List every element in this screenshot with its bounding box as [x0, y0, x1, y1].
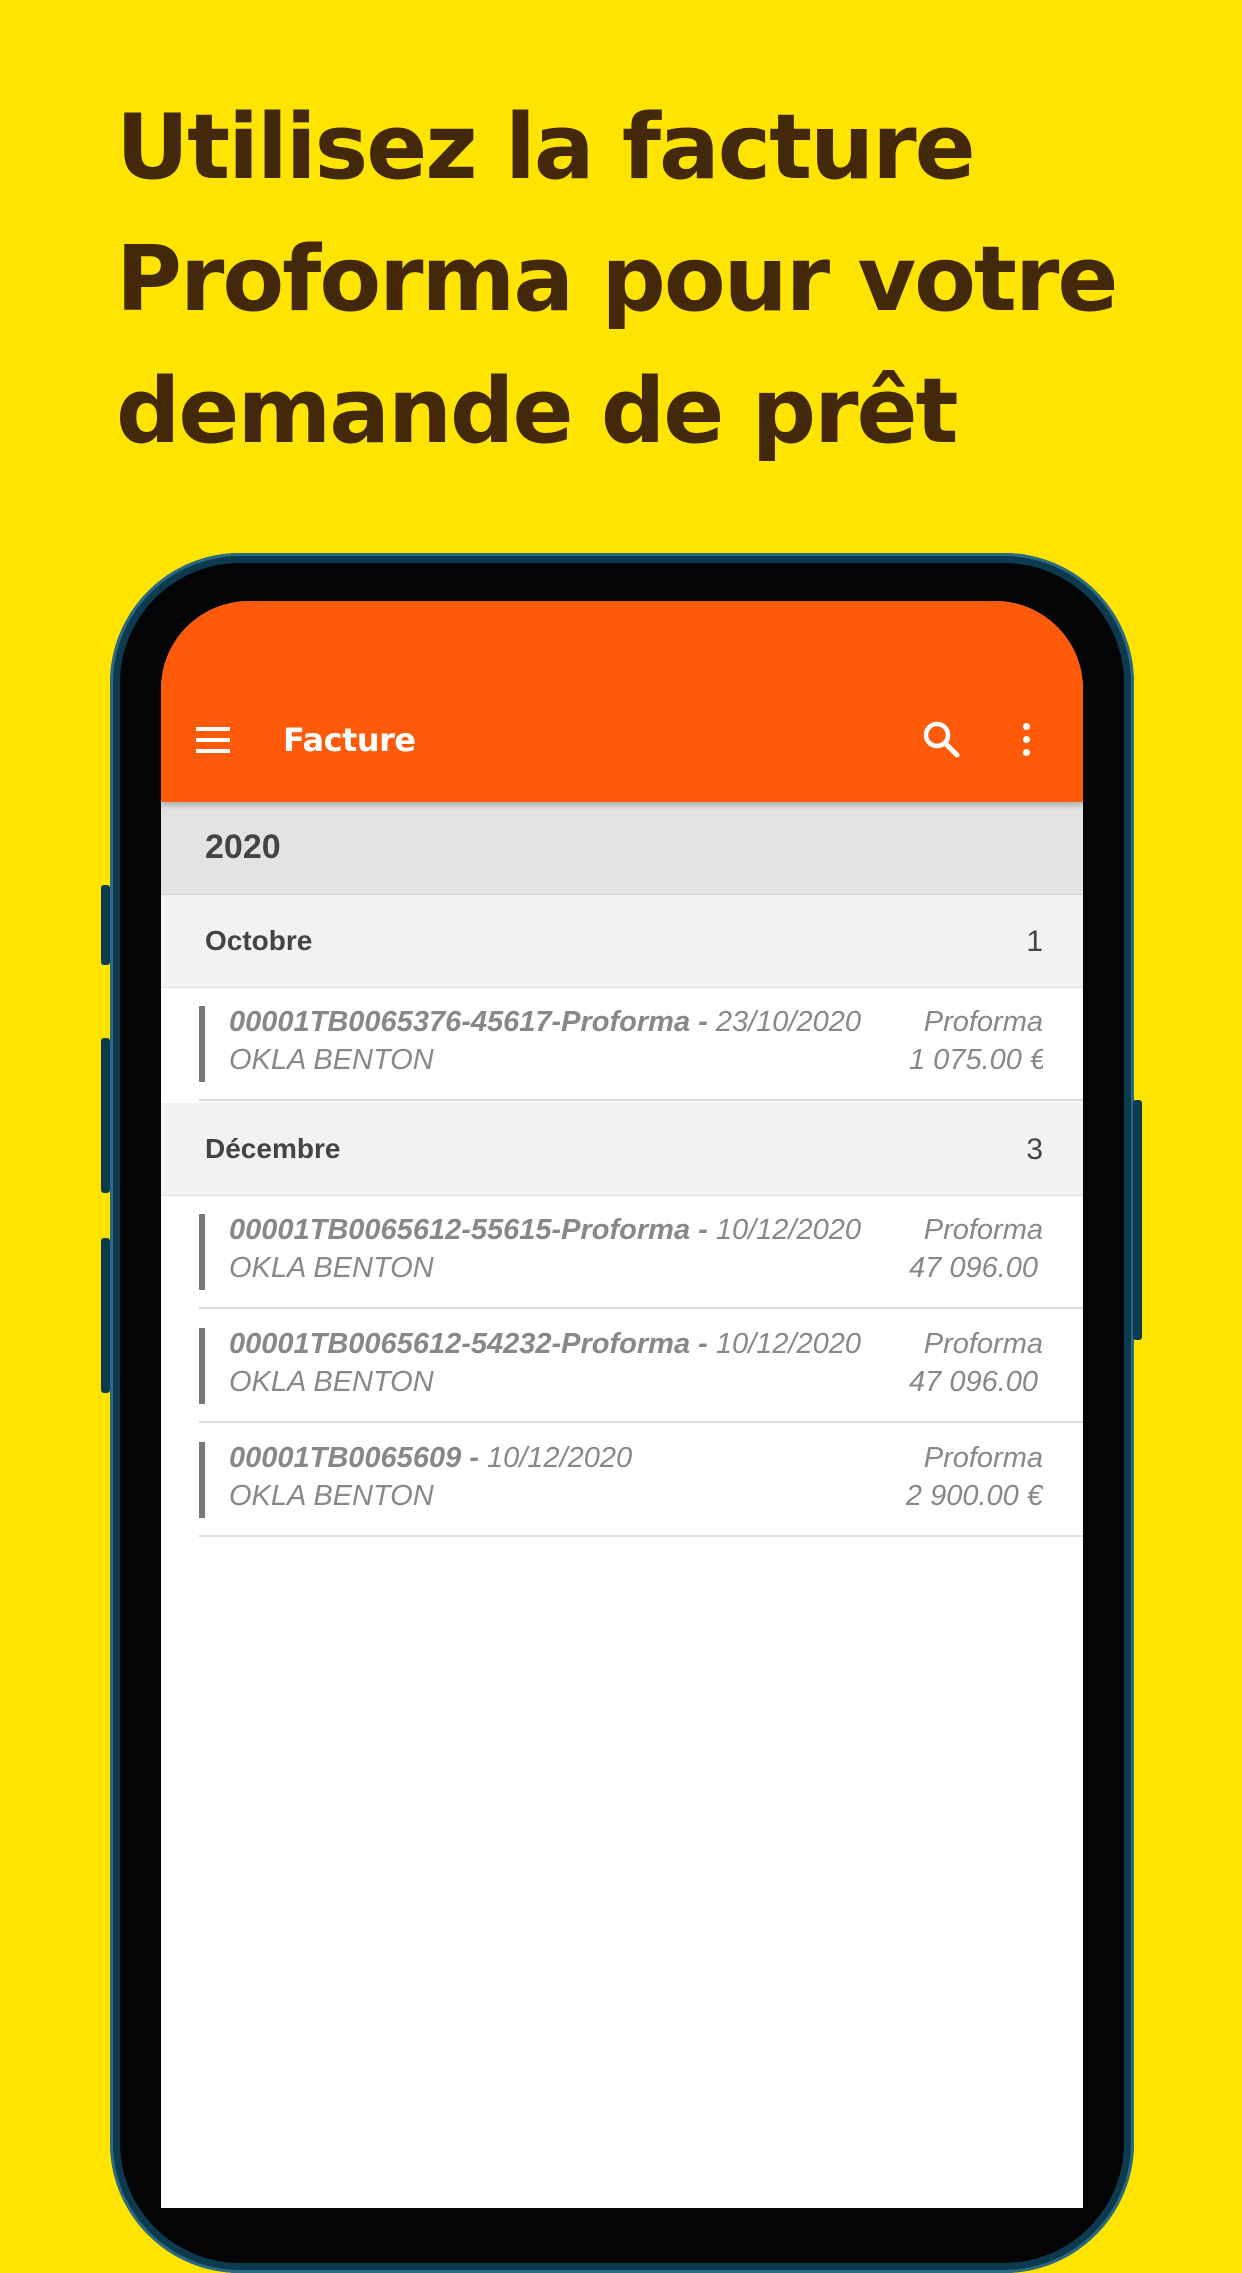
- invoice-date: 10/12/2020: [715, 1328, 862, 1360]
- invoice-client: OKLA BENTON: [229, 1044, 434, 1076]
- month-label: Décembre: [205, 1133, 341, 1164]
- year-label: 2020: [205, 828, 281, 866]
- search-icon[interactable]: [921, 719, 961, 759]
- phone-side-button-volume-down: [101, 1238, 110, 1393]
- app-bar: Facture: [161, 601, 1083, 802]
- invoice-list-item[interactable]: 00001TB0065609 - 10/12/2020 OKLA BENTON …: [161, 1424, 1083, 1537]
- invoice-date: 10/12/2020: [486, 1442, 633, 1474]
- item-title: 00001TB0065609 - 10/12/2020: [229, 1442, 889, 1475]
- item-title: 00001TB0065612-54232-Proforma - 10/12/20…: [229, 1328, 889, 1361]
- promo-headline: Utilisez la facture Proforma pour votre …: [116, 82, 1196, 478]
- phone-side-button-volume-up: [101, 1038, 110, 1193]
- headline-line-1: Utilisez la facture: [116, 95, 976, 200]
- invoice-ref: 00001TB0065612-54232-Proforma: [229, 1328, 691, 1360]
- month-label: Octobre: [205, 925, 313, 956]
- invoice-amount: 47 096.00 €: [909, 1252, 1043, 1284]
- invoice-date: 10/12/2020: [715, 1214, 862, 1246]
- ref-separator: -: [690, 1328, 716, 1360]
- invoice-date: 23/10/2020: [715, 1006, 862, 1038]
- headline-line-3: demande de prêt: [116, 359, 959, 464]
- item-divider: [199, 1307, 1083, 1309]
- ref-separator: -: [461, 1442, 487, 1474]
- headline-line-2: Proforma pour votre: [116, 227, 1118, 332]
- invoice-amount: 2 900.00 €: [905, 1480, 1043, 1512]
- phone-screen: Facture 2020 Octobre 1 00001TB0065376-45…: [161, 601, 1083, 2208]
- phone-side-button-mute: [101, 885, 110, 965]
- item-title: 00001TB0065376-45617-Proforma - 23/10/20…: [229, 1006, 889, 1039]
- item-accent-bar: [199, 1442, 205, 1518]
- invoice-client: OKLA BENTON: [229, 1480, 434, 1512]
- ref-separator: -: [690, 1214, 716, 1246]
- invoice-amount: 47 096.00 €: [909, 1366, 1043, 1398]
- invoice-type: Proforma: [923, 1214, 1043, 1246]
- month-header-octobre[interactable]: Octobre 1: [161, 895, 1083, 988]
- item-divider: [199, 1099, 1083, 1101]
- invoice-ref: 00001TB0065376-45617-Proforma: [229, 1006, 691, 1038]
- month-count: 1: [1026, 925, 1043, 958]
- month-header-decembre[interactable]: Décembre 3: [161, 1103, 1083, 1196]
- item-accent-bar: [199, 1214, 205, 1290]
- month-count: 3: [1026, 1133, 1043, 1166]
- invoice-amount: 1 075.00 €: [909, 1044, 1043, 1076]
- item-divider: [199, 1535, 1083, 1537]
- invoice-type: Proforma: [923, 1328, 1043, 1360]
- item-title: 00001TB0065612-55615-Proforma - 10/12/20…: [229, 1214, 889, 1247]
- item-divider: [199, 1421, 1083, 1423]
- ref-separator: -: [690, 1006, 716, 1038]
- invoice-list-item[interactable]: 00001TB0065612-55615-Proforma - 10/12/20…: [161, 1196, 1083, 1309]
- more-vertical-icon[interactable]: [1021, 723, 1031, 757]
- invoice-list-item[interactable]: 00001TB0065612-54232-Proforma - 10/12/20…: [161, 1310, 1083, 1423]
- phone-side-button-power: [1133, 1100, 1142, 1340]
- invoice-type: Proforma: [923, 1006, 1043, 1038]
- menu-icon[interactable]: [196, 727, 230, 753]
- item-accent-bar: [199, 1328, 205, 1404]
- invoice-list-item[interactable]: 00001TB0065376-45617-Proforma - 23/10/20…: [161, 988, 1083, 1101]
- item-accent-bar: [199, 1006, 205, 1082]
- year-header: 2020: [161, 802, 1083, 896]
- invoice-ref: 00001TB0065609: [229, 1442, 462, 1474]
- invoice-ref: 00001TB0065612-55615-Proforma: [229, 1214, 691, 1246]
- app-title: Facture: [283, 721, 416, 759]
- invoice-client: OKLA BENTON: [229, 1366, 434, 1398]
- invoice-type: Proforma: [923, 1442, 1043, 1474]
- invoice-client: OKLA BENTON: [229, 1252, 434, 1284]
